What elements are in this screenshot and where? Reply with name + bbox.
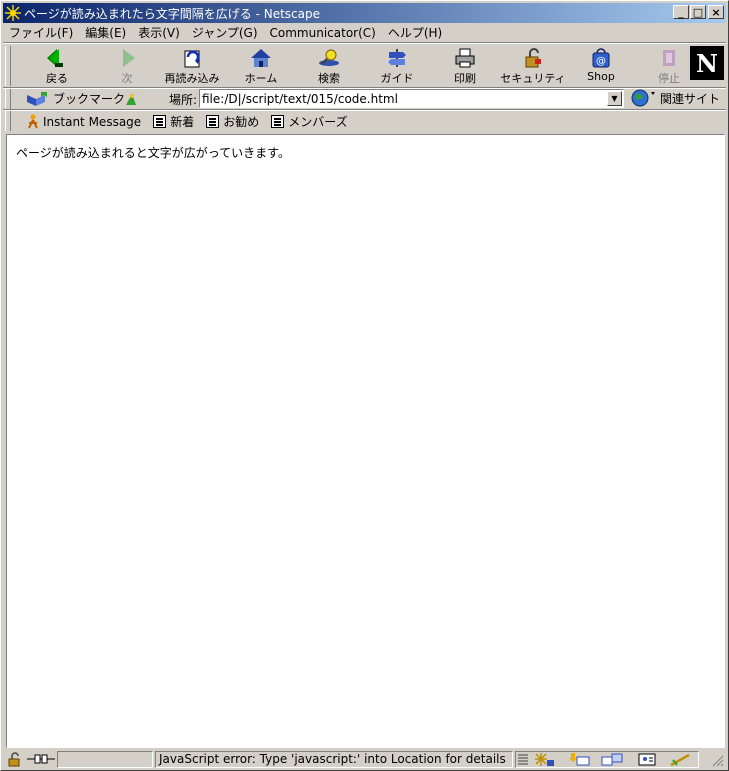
new-button[interactable]: 新着 <box>153 113 194 130</box>
instant-message-icon <box>28 114 38 128</box>
toolbar-grip[interactable] <box>5 89 11 109</box>
progress-panel <box>57 751 153 768</box>
content-text: ページが読み込まれると文字が広がっていきます。 <box>16 146 290 160</box>
security-button[interactable]: セキュリティ <box>500 44 566 88</box>
menu-go[interactable]: ジャンプ(G) <box>186 24 264 41</box>
page-icon <box>206 115 220 128</box>
search-icon <box>319 49 339 66</box>
netscape-app-icon <box>5 5 21 21</box>
instant-message-label: Instant Message <box>43 114 142 129</box>
page-proxy-icon[interactable] <box>123 90 141 108</box>
search-label: 検索 <box>318 72 340 85</box>
home-label: ホーム <box>244 72 278 85</box>
back-arrow-icon <box>47 49 63 67</box>
guide-label: ガイド <box>380 72 414 85</box>
page-icon <box>153 115 167 128</box>
navigator-icon[interactable] <box>533 752 555 767</box>
print-button[interactable]: 印刷 <box>445 44 485 88</box>
minimize-button[interactable]: _ <box>673 5 689 19</box>
new-label: 新着 <box>170 115 195 129</box>
reload-label: 再読み込み <box>164 72 220 85</box>
personal-toolbar: Instant Message 新着 お勧め メンバーズ <box>3 111 726 132</box>
location-toolbar: ブックマーク 場所: file:/D|/script/text/015/code… <box>3 88 726 110</box>
location-dropdown-button[interactable]: ▼ <box>607 91 622 106</box>
guide-signpost-icon <box>388 49 406 67</box>
menu-file[interactable]: ファイル(F) <box>3 24 79 41</box>
shop-bag-icon: @ <box>592 48 610 68</box>
menu-bar: ファイル(F) 編集(E) 表示(V) ジャンプ(G) Communicator… <box>3 23 726 42</box>
close-button[interactable]: × <box>708 5 724 19</box>
forward-button[interactable]: 次 <box>109 44 145 88</box>
bookmarks-icon <box>27 91 47 106</box>
back-button[interactable]: 戻る <box>39 44 75 88</box>
status-message: JavaScript error: Type 'javascript:' int… <box>159 752 506 766</box>
menu-view[interactable]: 表示(V) <box>132 24 186 41</box>
resize-grip-icon[interactable] <box>711 754 724 767</box>
browser-window: ページが読み込まれたら文字間隔を広げる - Netscape _ □ × ファイ… <box>0 0 729 771</box>
toolbar-grip[interactable] <box>5 46 11 86</box>
search-button[interactable]: 検索 <box>309 44 349 88</box>
window-title: ページが読み込まれたら文字間隔を広げる - Netscape <box>24 6 320 21</box>
menu-help[interactable]: ヘルプ(H) <box>382 24 448 41</box>
members-button[interactable]: メンバーズ <box>271 113 348 130</box>
location-label: 場所: <box>169 93 198 107</box>
home-button[interactable]: ホーム <box>241 44 281 88</box>
stop-button[interactable]: 停止 <box>649 44 689 88</box>
reload-icon <box>184 50 200 68</box>
menu-communicator[interactable]: Communicator(C) <box>264 26 382 40</box>
padlock-icon <box>525 48 541 68</box>
guide-button[interactable]: ガイド <box>377 44 417 88</box>
status-bar: JavaScript error: Type 'javascript:' int… <box>3 750 726 769</box>
mail-icon[interactable] <box>567 752 591 767</box>
svg-text:@: @ <box>596 56 606 67</box>
shop-button[interactable]: @ Shop <box>581 44 621 88</box>
recommend-label: お勧め <box>223 115 260 129</box>
bookmarks-button[interactable]: ブックマーク <box>25 90 125 107</box>
location-url[interactable]: file:/D|/script/text/015/code.html <box>200 92 607 106</box>
stop-icon <box>663 50 675 66</box>
related-sites-button[interactable]: 関連サイト <box>629 89 720 107</box>
location-input[interactable]: file:/D|/script/text/015/code.html ▼ <box>199 89 624 108</box>
stop-label: 停止 <box>658 72 680 85</box>
forward-label: 次 <box>121 72 133 85</box>
discussion-groups-icon[interactable] <box>600 752 626 767</box>
shop-label: Shop <box>587 70 615 83</box>
toolbar-grip[interactable] <box>5 111 11 131</box>
page-content[interactable]: ページが読み込まれると文字が広がっていきます。 <box>6 134 725 748</box>
back-label: 戻る <box>46 72 68 85</box>
related-globe-icon <box>631 89 655 107</box>
maximize-button[interactable]: □ <box>690 5 706 19</box>
address-book-icon[interactable] <box>637 752 659 767</box>
members-label: メンバーズ <box>288 115 348 129</box>
related-sites-label: 関連サイト <box>660 91 721 106</box>
navigation-toolbar: 戻る 次 再読み込み ホーム 検索 ガイド 印刷 セキュリティ @ Shop 停… <box>3 44 726 88</box>
component-grip-icon[interactable] <box>518 753 528 766</box>
netscape-logo[interactable]: N <box>690 46 724 80</box>
security-lock-icon[interactable] <box>7 752 25 767</box>
recommend-button[interactable]: お勧め <box>206 113 259 130</box>
menu-edit[interactable]: 編集(E) <box>79 24 132 41</box>
home-icon <box>251 49 271 67</box>
forward-arrow-icon <box>123 49 135 67</box>
connection-plug-icon <box>27 754 55 764</box>
security-label: セキュリティ <box>500 72 566 85</box>
instant-message-button[interactable]: Instant Message <box>25 114 141 130</box>
reload-button[interactable]: 再読み込み <box>161 44 223 88</box>
printer-icon <box>455 48 475 68</box>
title-bar[interactable]: ページが読み込まれたら文字間隔を広げる - Netscape _ □ × <box>3 3 726 23</box>
page-icon <box>271 115 285 128</box>
bookmarks-label: ブックマーク <box>53 92 126 106</box>
composer-icon[interactable] <box>669 752 693 767</box>
print-label: 印刷 <box>454 72 476 85</box>
